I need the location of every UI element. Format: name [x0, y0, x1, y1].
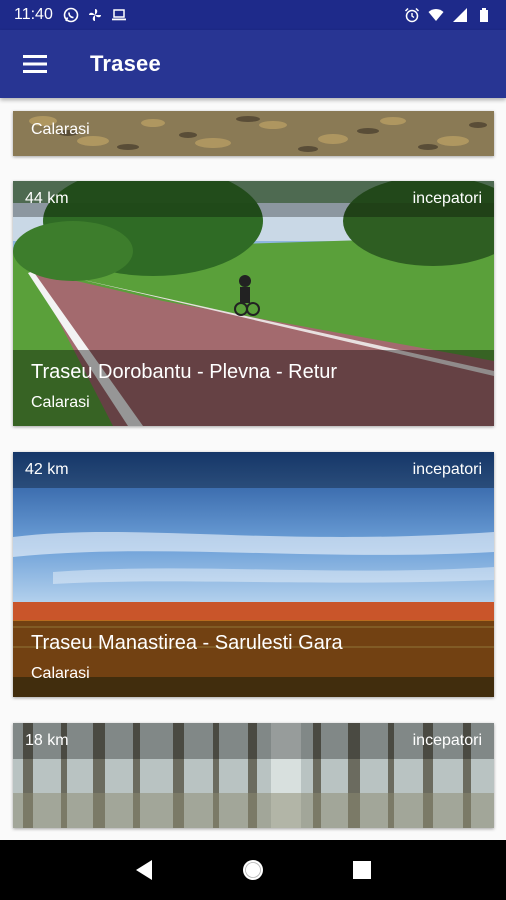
route-region: Calarasi [31, 394, 90, 411]
route-meta: 18 km incepatori [13, 723, 494, 759]
route-meta: 44 km incepatori [13, 181, 494, 217]
back-button[interactable] [124, 850, 164, 890]
signal-icon [453, 8, 467, 22]
route-title: Traseu Manastirea - Sarulesti Gara [31, 632, 343, 654]
hamburger-menu-icon [23, 55, 47, 73]
status-bar: 11:40 [0, 0, 506, 30]
route-region: Calarasi [31, 665, 90, 682]
wifi-icon [428, 9, 444, 21]
home-button[interactable] [233, 850, 273, 890]
status-time: 11:40 [14, 6, 53, 23]
routes-list[interactable]: Calarasi 44 km incepatori Traseu Doroban… [0, 98, 506, 840]
route-caption: Traseu Manastirea - Sarulesti Gara Calar… [13, 621, 494, 697]
recents-square-icon [352, 861, 371, 879]
page-title: Trasee [90, 51, 161, 76]
back-triangle-icon [136, 860, 153, 880]
whatsapp-icon [63, 7, 79, 23]
laptop-icon [111, 9, 126, 21]
route-distance: 18 km [25, 732, 69, 749]
route-card[interactable]: 42 km incepatori Traseu Manastirea - Sar… [13, 452, 494, 697]
alarm-icon [404, 7, 420, 23]
route-distance: 44 km [25, 190, 69, 207]
system-nav-bar [0, 840, 506, 900]
route-level: incepatori [412, 190, 482, 207]
route-card[interactable]: 18 km incepatori [13, 723, 494, 828]
route-caption: Traseu Dorobantu - Plevna - Retur Calara… [13, 350, 494, 426]
route-level: incepatori [412, 461, 482, 478]
menu-button[interactable] [0, 30, 70, 98]
route-card[interactable]: 44 km incepatori Traseu Dorobantu - Plev… [13, 181, 494, 426]
route-distance: 42 km [25, 461, 69, 478]
fan-icon [88, 9, 101, 21]
route-card[interactable]: Calarasi [13, 111, 494, 156]
route-title: Traseu Dorobantu - Plevna - Retur [31, 361, 338, 383]
app-bar: Trasee [0, 30, 506, 98]
home-circle-icon [242, 860, 263, 880]
route-region: Calarasi [31, 121, 90, 138]
route-meta: 42 km incepatori [13, 452, 494, 488]
battery-icon [480, 8, 488, 22]
recents-button[interactable] [342, 850, 382, 890]
route-level: incepatori [412, 732, 482, 749]
